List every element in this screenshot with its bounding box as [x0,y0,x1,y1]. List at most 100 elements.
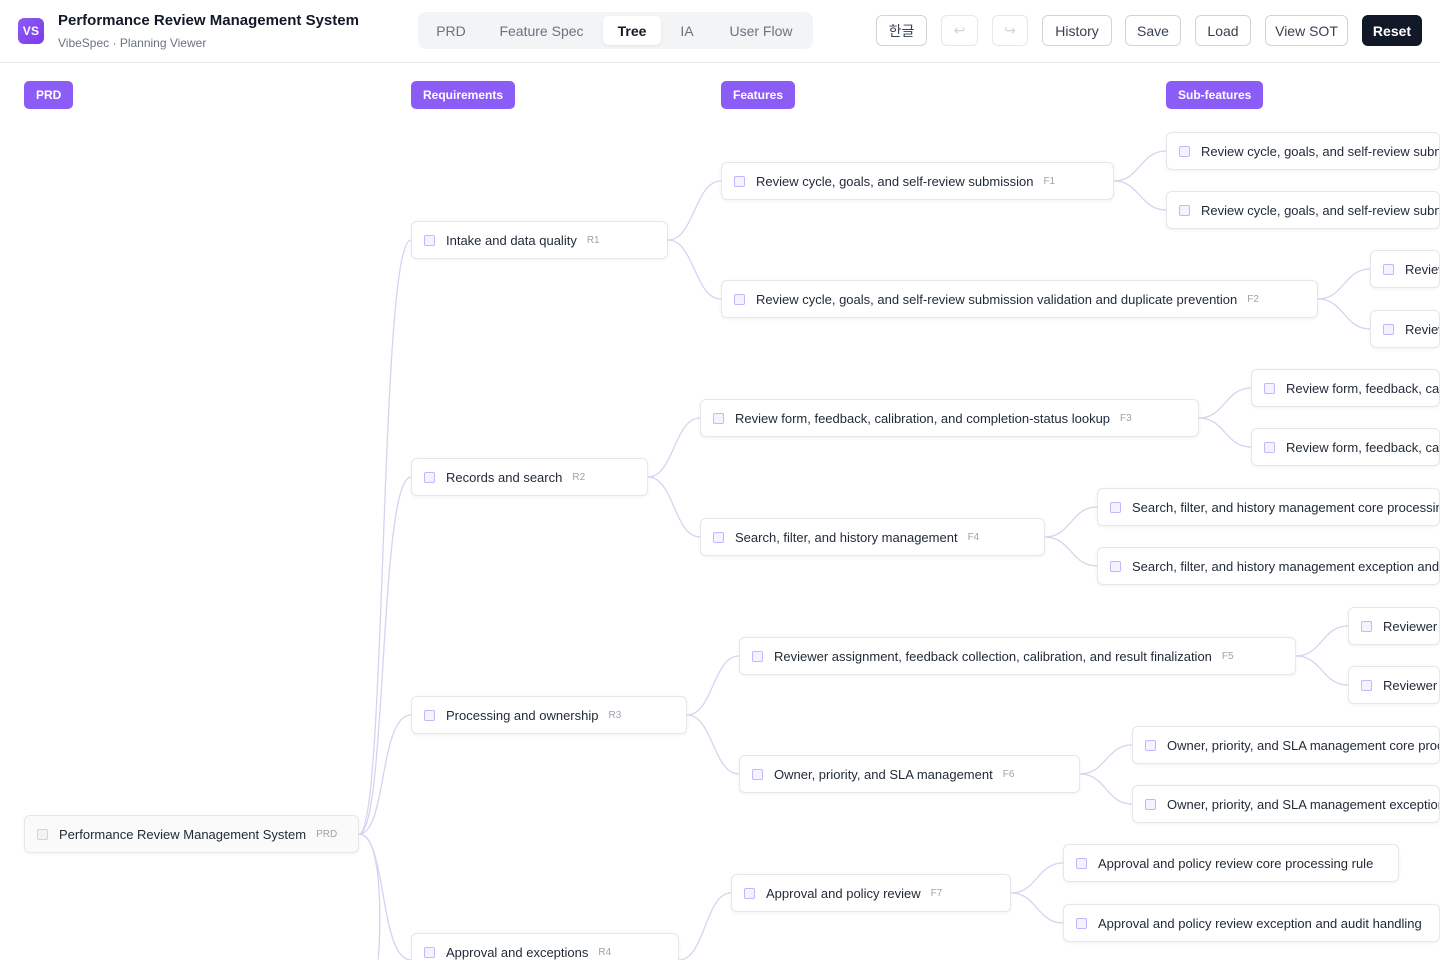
view-sot-button[interactable]: View SOT [1265,15,1348,46]
node-checkbox[interactable] [713,412,724,424]
tree-node-feature[interactable]: Search, filter, and history management F… [700,518,1045,556]
column-header-requirements: Requirements [411,81,516,109]
tree-node-requirement[interactable]: Approval and exceptions R4 [411,933,679,960]
tree-node-subfeature[interactable]: Review [1370,310,1440,348]
node-checkbox[interactable] [1361,679,1372,691]
tree-node-subfeature[interactable]: Approval and policy review exception and… [1063,904,1440,942]
undo-icon: ↩ [953,22,966,38]
tab-prd[interactable]: PRD [422,16,480,45]
tree-node-feature[interactable]: Owner, priority, and SLA management F6 [739,755,1080,793]
node-checkbox[interactable] [734,293,745,305]
tree-connector [1317,298,1371,330]
history-button[interactable]: History [1042,15,1112,46]
tab-feature-spec[interactable]: Feature Spec [484,16,599,45]
tree-connector [1010,862,1064,894]
tree-node-subfeature[interactable]: Owner, priority, and SLA management core… [1132,726,1440,764]
node-code: R1 [586,234,600,246]
node-checkbox[interactable] [1076,857,1087,869]
tree-connector [358,833,412,960]
tree-connector [1079,744,1133,775]
node-checkbox[interactable] [744,887,755,899]
node-code: R4 [598,946,612,958]
tree-node-subfeature[interactable]: Reviewer a [1348,607,1440,645]
tree-connector [1295,625,1349,657]
column-header-features: Features [721,81,796,109]
tree-connector [686,714,740,775]
tree-node-subfeature[interactable]: Search, filter, and history management e… [1097,547,1440,585]
tree-node-subfeature[interactable]: Approval and policy review core processi… [1063,844,1399,882]
node-checkbox[interactable] [1110,501,1121,513]
tree-node-subfeature[interactable]: Owner, priority, and SLA management exce… [1132,785,1440,823]
tree-node-subfeature[interactable]: Review form, feedback, cali [1251,428,1440,466]
node-label: Review [1405,261,1439,277]
node-checkbox[interactable] [1145,739,1156,751]
node-checkbox[interactable] [1264,441,1275,453]
language-toggle-button[interactable]: 한글 [876,15,927,46]
node-label: Approval and exceptions [446,944,589,960]
tree-node-requirement[interactable]: Processing and ownership R3 [411,696,687,734]
node-code: F1 [1043,175,1056,187]
tree-connector [358,833,381,960]
node-checkbox[interactable] [713,531,724,543]
node-code: F4 [967,531,980,543]
load-button[interactable]: Load [1195,15,1251,46]
tree-node-subfeature[interactable]: Search, filter, and history management c… [1097,488,1440,526]
reset-button[interactable]: Reset [1362,15,1422,46]
tree-connector [647,417,701,478]
tree-connector [1113,150,1167,182]
app-logo: VS [18,18,44,44]
tab-user-flow[interactable]: User Flow [713,16,809,45]
node-checkbox[interactable] [424,471,435,483]
tree-node-feature[interactable]: Reviewer assignment, feedback collection… [739,637,1296,675]
node-checkbox[interactable] [734,175,745,187]
node-checkbox[interactable] [1145,798,1156,810]
node-checkbox[interactable] [1179,204,1190,216]
tree-connector [667,239,722,300]
tree-node-subfeature[interactable]: Reviewer a [1348,666,1440,704]
tab-ia[interactable]: IA [665,16,709,45]
node-checkbox[interactable] [1383,323,1394,335]
node-checkbox[interactable] [1110,560,1121,572]
node-label: Review form, feedback, cali [1286,380,1440,396]
node-checkbox[interactable] [1383,263,1394,275]
tree-connector [686,655,740,716]
node-checkbox[interactable] [1264,382,1275,394]
tree-node-subfeature[interactable]: Review cycle, goals, and self-review sub… [1166,191,1440,229]
undo-button[interactable]: ↩ [941,15,978,46]
node-label: Owner, priority, and SLA management [774,766,993,782]
tree-connector [1010,892,1064,924]
node-label: Owner, priority, and SLA management core… [1167,737,1440,753]
tab-tree[interactable]: Tree [603,16,661,45]
tree-node-subfeature[interactable]: Review form, feedback, cali [1251,369,1440,407]
tree-node-requirement[interactable]: Records and search R2 [411,458,648,496]
tree-node-subfeature[interactable]: Review cycle, goals, and self-review sub… [1166,132,1440,170]
node-checkbox[interactable] [424,946,435,958]
node-label: Approval and policy review core processi… [1098,855,1374,871]
node-checkbox[interactable] [37,828,48,840]
node-label: Reviewer assignment, feedback collection… [774,648,1212,664]
node-checkbox[interactable] [424,234,435,246]
node-checkbox[interactable] [1361,620,1372,632]
node-checkbox[interactable] [424,709,435,721]
tree-canvas[interactable]: PRD Requirements Features Sub-features P… [0,64,1440,960]
node-checkbox[interactable] [752,650,763,662]
node-label: Records and search [446,469,563,485]
node-checkbox[interactable] [1179,145,1190,157]
node-checkbox[interactable] [1076,917,1087,929]
tree-node-feature[interactable]: Review cycle, goals, and self-review sub… [721,280,1318,318]
node-code: PRD [316,828,338,840]
save-button[interactable]: Save [1125,15,1181,46]
tree-node-subfeature[interactable]: Review [1370,250,1440,288]
node-label: Intake and data quality [446,232,577,248]
tree-node-feature[interactable]: Review cycle, goals, and self-review sub… [721,162,1114,200]
tree-node-feature[interactable]: Review form, feedback, calibration, and … [700,399,1199,437]
app-subtitle: VibeSpec · Planning Viewer [58,36,207,50]
tree-connector [1198,387,1252,419]
node-checkbox[interactable] [752,768,763,780]
tree-node-root[interactable]: Performance Review Management System PRD [24,815,359,853]
redo-button[interactable]: ↪ [992,15,1028,46]
tree-connector [1113,180,1167,211]
tree-connector [1044,536,1098,567]
tree-node-requirement[interactable]: Intake and data quality R1 [411,221,668,259]
tree-node-feature[interactable]: Approval and policy review F7 [731,874,1011,912]
